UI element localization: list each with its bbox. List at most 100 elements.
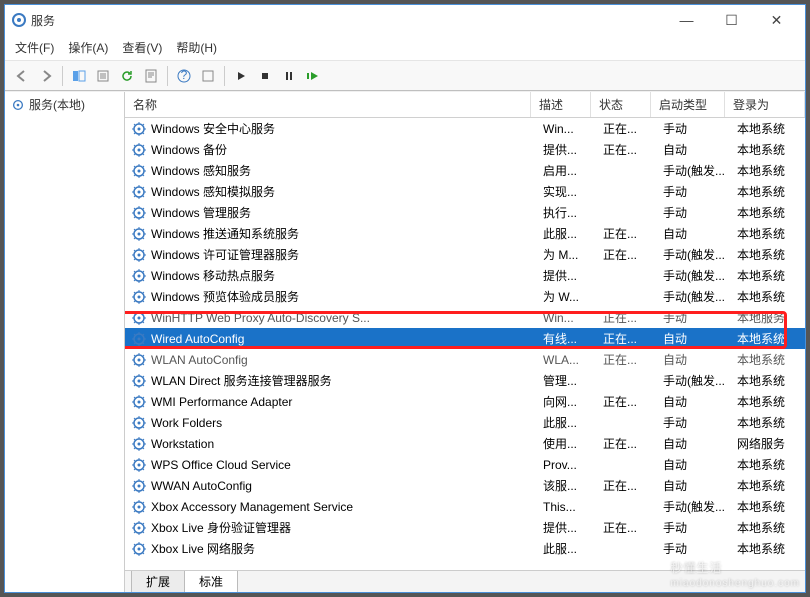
cell-startup-type: 手动 bbox=[663, 540, 737, 557]
close-button[interactable]: ✕ bbox=[754, 6, 799, 34]
service-row[interactable]: WLAN Direct 服务连接管理器服务管理...手动(触发...本地系统 bbox=[125, 370, 805, 391]
menubar: 文件(F) 操作(A) 查看(V) 帮助(H) bbox=[5, 35, 805, 61]
column-logon-as[interactable]: 登录为 bbox=[725, 92, 805, 117]
back-button[interactable] bbox=[11, 65, 33, 87]
service-list[interactable]: Windows 安全中心服务Win...正在...手动本地系统Windows 备… bbox=[125, 118, 805, 570]
service-row[interactable]: WLAN AutoConfigWLA...正在...自动本地系统 bbox=[125, 349, 805, 370]
cell-description: 提供... bbox=[543, 141, 603, 158]
service-row[interactable]: Xbox Live 身份验证管理器提供...正在...手动本地系统 bbox=[125, 517, 805, 538]
show-hide-tree-button[interactable] bbox=[68, 65, 90, 87]
toolbar: ? bbox=[5, 61, 805, 91]
cell-description: 提供... bbox=[543, 519, 603, 536]
menu-help[interactable]: 帮助(H) bbox=[176, 39, 217, 56]
forward-button[interactable] bbox=[35, 65, 57, 87]
service-gear-icon bbox=[131, 226, 147, 242]
cell-name: Windows 预览体验成员服务 bbox=[151, 288, 543, 305]
service-row[interactable]: Windows 感知服务启用...手动(触发...本地系统 bbox=[125, 160, 805, 181]
service-row[interactable]: Windows 感知模拟服务实现...手动本地系统 bbox=[125, 181, 805, 202]
stop-service-button[interactable] bbox=[254, 65, 276, 87]
cell-name: Xbox Live 网络服务 bbox=[151, 540, 543, 557]
pause-service-button[interactable] bbox=[278, 65, 300, 87]
tab-standard[interactable]: 标准 bbox=[184, 571, 238, 592]
properties-button[interactable] bbox=[140, 65, 162, 87]
service-row[interactable]: Windows 安全中心服务Win...正在...手动本地系统 bbox=[125, 118, 805, 139]
service-gear-icon bbox=[131, 373, 147, 389]
service-gear-icon bbox=[131, 436, 147, 452]
maximize-button[interactable]: ☐ bbox=[709, 6, 754, 34]
cell-name: WPS Office Cloud Service bbox=[151, 458, 543, 472]
action-button[interactable] bbox=[197, 65, 219, 87]
cell-startup-type: 自动 bbox=[663, 141, 737, 158]
column-headers: 名称 描述 状态 启动类型 登录为 bbox=[125, 92, 805, 118]
refresh-button[interactable] bbox=[116, 65, 138, 87]
cell-description: 执行... bbox=[543, 204, 603, 221]
export-list-button[interactable] bbox=[92, 65, 114, 87]
cell-description: Win... bbox=[543, 122, 603, 136]
cell-description: 启用... bbox=[543, 162, 603, 179]
cell-status: 正在... bbox=[603, 246, 663, 263]
cell-logon-as: 本地系统 bbox=[737, 162, 805, 179]
service-row[interactable]: Workstation使用...正在...自动网络服务 bbox=[125, 433, 805, 454]
cell-description: 有线... bbox=[543, 330, 603, 347]
cell-startup-type: 自动 bbox=[663, 456, 737, 473]
cell-status: 正在... bbox=[603, 309, 663, 326]
column-name[interactable]: 名称 bbox=[125, 92, 531, 117]
services-window: 服务 — ☐ ✕ 文件(F) 操作(A) 查看(V) 帮助(H) ? bbox=[4, 4, 806, 593]
menu-action[interactable]: 操作(A) bbox=[68, 39, 108, 56]
cell-startup-type: 自动 bbox=[663, 225, 737, 242]
cell-logon-as: 本地系统 bbox=[737, 267, 805, 284]
service-row[interactable]: Windows 推送通知系统服务此服...正在...自动本地系统 bbox=[125, 223, 805, 244]
service-gear-icon bbox=[131, 205, 147, 221]
column-description[interactable]: 描述 bbox=[531, 92, 591, 117]
cell-description: 此服... bbox=[543, 414, 603, 431]
service-row[interactable]: WPS Office Cloud ServiceProv...自动本地系统 bbox=[125, 454, 805, 475]
service-row[interactable]: WWAN AutoConfig该服...正在...自动本地系统 bbox=[125, 475, 805, 496]
service-row[interactable]: Windows 备份提供...正在...自动本地系统 bbox=[125, 139, 805, 160]
column-startup-type[interactable]: 启动类型 bbox=[651, 92, 725, 117]
menu-view[interactable]: 查看(V) bbox=[122, 39, 162, 56]
content-body: 服务(本地) 名称 描述 状态 启动类型 登录为 Windows 安全中心服务W… bbox=[5, 91, 805, 592]
cell-description: 为 M... bbox=[543, 246, 603, 263]
cell-logon-as: 本地系统 bbox=[737, 372, 805, 389]
tree-item-services-local[interactable]: 服务(本地) bbox=[5, 92, 124, 117]
service-gear-icon bbox=[131, 352, 147, 368]
cell-startup-type: 手动 bbox=[663, 204, 737, 221]
service-row[interactable]: Windows 移动热点服务提供...手动(触发...本地系统 bbox=[125, 265, 805, 286]
window-title: 服务 bbox=[31, 12, 664, 29]
tab-extended[interactable]: 扩展 bbox=[131, 571, 185, 592]
service-row[interactable]: Wired AutoConfig有线...正在...自动本地系统 bbox=[125, 328, 805, 349]
service-row[interactable]: WinHTTP Web Proxy Auto-Discovery S...Win… bbox=[125, 307, 805, 328]
toolbar-separator bbox=[62, 66, 63, 86]
service-row[interactable]: Xbox Accessory Management ServiceThis...… bbox=[125, 496, 805, 517]
start-service-button[interactable] bbox=[230, 65, 252, 87]
cell-description: Prov... bbox=[543, 458, 603, 472]
cell-startup-type: 手动(触发... bbox=[663, 498, 737, 515]
column-status[interactable]: 状态 bbox=[591, 92, 651, 117]
minimize-button[interactable]: — bbox=[664, 6, 709, 34]
cell-startup-type: 手动 bbox=[663, 414, 737, 431]
cell-description: 向网... bbox=[543, 393, 603, 410]
restart-service-button[interactable] bbox=[302, 65, 324, 87]
cell-status: 正在... bbox=[603, 120, 663, 137]
cell-name: Xbox Accessory Management Service bbox=[151, 500, 543, 514]
cell-status: 正在... bbox=[603, 435, 663, 452]
cell-startup-type: 手动(触发... bbox=[663, 246, 737, 263]
service-row[interactable]: Xbox Live 网络服务此服...手动本地系统 bbox=[125, 538, 805, 559]
service-row[interactable]: Work Folders此服...手动本地系统 bbox=[125, 412, 805, 433]
svg-text:?: ? bbox=[181, 69, 188, 82]
tree-label: 服务(本地) bbox=[29, 96, 85, 113]
cell-startup-type: 自动 bbox=[663, 435, 737, 452]
cell-logon-as: 本地系统 bbox=[737, 393, 805, 410]
menu-file[interactable]: 文件(F) bbox=[15, 39, 54, 56]
cell-startup-type: 自动 bbox=[663, 477, 737, 494]
service-gear-icon bbox=[131, 142, 147, 158]
service-row[interactable]: Windows 许可证管理器服务为 M...正在...手动(触发...本地系统 bbox=[125, 244, 805, 265]
cell-logon-as: 本地系统 bbox=[737, 120, 805, 137]
cell-name: WMI Performance Adapter bbox=[151, 395, 543, 409]
service-row[interactable]: Windows 管理服务执行...手动本地系统 bbox=[125, 202, 805, 223]
service-row[interactable]: Windows 预览体验成员服务为 W...手动(触发...本地系统 bbox=[125, 286, 805, 307]
help-button[interactable]: ? bbox=[173, 65, 195, 87]
sidebar: 服务(本地) bbox=[5, 92, 125, 592]
cell-logon-as: 本地系统 bbox=[737, 225, 805, 242]
service-row[interactable]: WMI Performance Adapter向网...正在...自动本地系统 bbox=[125, 391, 805, 412]
